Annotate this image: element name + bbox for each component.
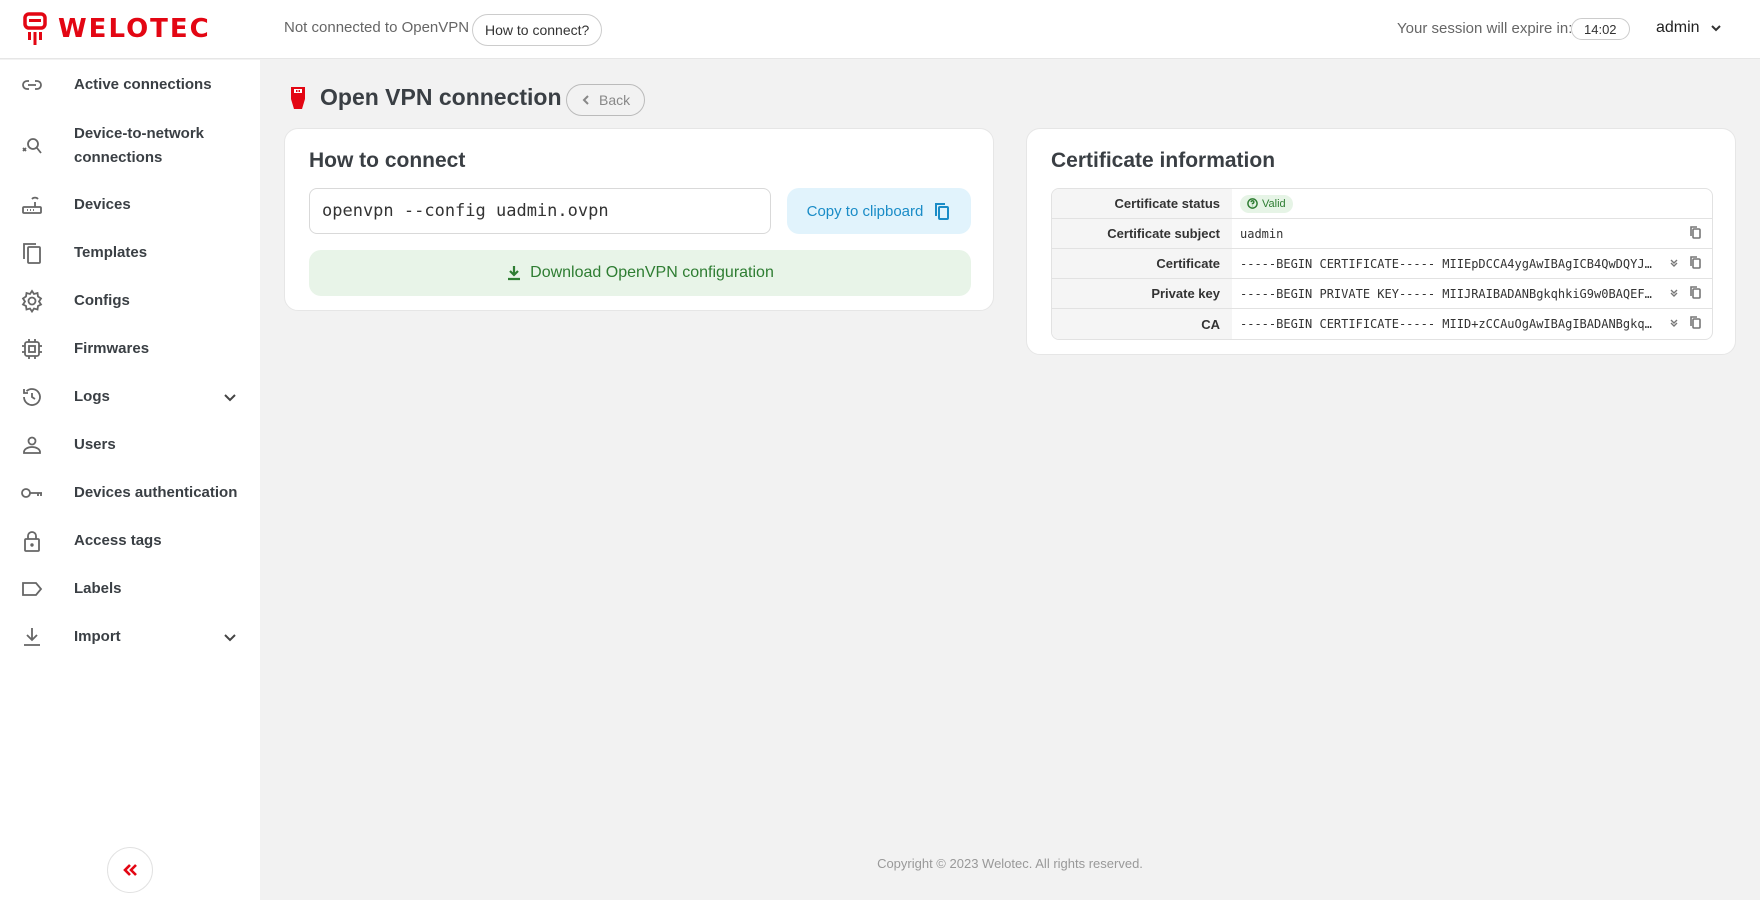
table-row-certificate-subject: Certificate subject uadmin xyxy=(1052,219,1712,249)
sidebar-item-label: Logs xyxy=(74,388,110,405)
collapse-sidebar-button[interactable] xyxy=(107,847,153,893)
row-label: CA xyxy=(1052,309,1232,339)
row-value: -----BEGIN CERTIFICATE----- MIID+zCCAuOg… xyxy=(1240,317,1658,331)
user-menu[interactable]: admin xyxy=(1656,19,1722,37)
plug-icon xyxy=(291,86,305,109)
welotec-logo-mark-icon xyxy=(23,12,47,45)
chevron-left-icon xyxy=(582,95,589,105)
footer-copyright: Copyright © 2023 Welotec. All rights res… xyxy=(877,856,1143,871)
question-circle-icon xyxy=(1247,198,1258,209)
router-icon xyxy=(19,192,45,218)
sidebar-item-templates[interactable]: Templates xyxy=(0,240,260,266)
certificate-information-card: Certificate information Certificate stat… xyxy=(1026,128,1736,355)
expand-icon[interactable] xyxy=(1669,287,1679,301)
sidebar-item-labels[interactable]: Labels xyxy=(0,576,260,602)
sidebar-item-label: Templates xyxy=(74,244,148,261)
copy-to-clipboard-label: Copy to clipboard xyxy=(806,202,924,220)
vpn-connection-status: Not connected to OpenVPN xyxy=(284,19,470,36)
session-timer: 14:02 xyxy=(1571,18,1630,40)
sidebar-item-firmwares[interactable]: Firmwares xyxy=(0,336,260,362)
sidebar-item-devices[interactable]: Devices xyxy=(0,192,260,218)
how-to-connect-card: How to connect Copy to clipboard Downloa… xyxy=(284,128,994,311)
label-icon xyxy=(19,576,45,602)
chevron-down-icon[interactable] xyxy=(222,389,238,405)
chevron-down-icon xyxy=(1710,25,1721,32)
how-to-connect-title: How to connect xyxy=(309,149,466,172)
copy-to-clipboard-button[interactable]: Copy to clipboard xyxy=(787,188,971,234)
expand-icon[interactable] xyxy=(1669,257,1679,271)
copy-icon xyxy=(19,240,45,266)
history-icon xyxy=(19,384,45,410)
row-label: Private key xyxy=(1052,279,1232,308)
sidebar-item-label: Device-to-network connections xyxy=(74,125,205,166)
sidebar: Active connections Device-to-network con… xyxy=(0,60,260,900)
lock-icon xyxy=(19,528,45,554)
search-network-icon xyxy=(19,133,45,159)
username: admin xyxy=(1656,19,1700,36)
expand-icon[interactable] xyxy=(1669,317,1679,331)
sidebar-item-users[interactable]: Users xyxy=(0,432,260,458)
sidebar-item-label: Firmwares xyxy=(74,340,150,357)
certificate-table: Certificate status Valid Certificate sub… xyxy=(1051,188,1713,340)
session-expiry-label: Your session will expire in: xyxy=(1397,20,1573,37)
copy-icon[interactable] xyxy=(1689,256,1702,272)
copy-icon xyxy=(935,203,950,220)
back-button-label: Back xyxy=(599,92,631,108)
link-icon xyxy=(19,72,45,98)
sidebar-item-label: Configs xyxy=(74,292,130,309)
sidebar-item-label: Labels xyxy=(74,580,122,597)
sidebar-item-label: Users xyxy=(74,436,116,453)
row-value: -----BEGIN CERTIFICATE----- MIIEpDCCA4yg… xyxy=(1240,256,1658,271)
sidebar-item-logs[interactable]: Logs xyxy=(0,384,260,410)
sidebar-item-device-to-network-connections[interactable]: Device-to-network connections xyxy=(0,120,260,172)
welotec-logo[interactable]: WELOTEC xyxy=(22,12,211,46)
row-label: Certificate status xyxy=(1052,189,1232,218)
sidebar-item-import[interactable]: Import xyxy=(0,624,260,650)
table-row-certificate-status: Certificate status Valid xyxy=(1052,189,1712,219)
openvpn-command-input[interactable] xyxy=(309,188,771,234)
gear-icon xyxy=(19,288,45,314)
download-label: Download OpenVPN configuration xyxy=(530,264,774,281)
chip-icon xyxy=(19,336,45,362)
page-title: Open VPN connection xyxy=(320,84,562,110)
key-icon xyxy=(19,480,45,506)
status-badge: Valid xyxy=(1240,194,1293,213)
import-icon xyxy=(19,624,45,650)
status-badge-text: Valid xyxy=(1262,197,1286,210)
table-row-certificate: Certificate -----BEGIN CERTIFICATE----- … xyxy=(1052,249,1712,279)
row-value: -----BEGIN PRIVATE KEY----- MIIJRAIBADAN… xyxy=(1240,286,1658,301)
top-header: WELOTEC Not connected to OpenVPN How to … xyxy=(0,0,1760,59)
brand-name: WELOTEC xyxy=(58,14,211,44)
sidebar-item-devices-authentication[interactable]: Devices authentication xyxy=(0,480,260,506)
double-chevron-left-icon xyxy=(123,864,137,876)
download-icon xyxy=(508,266,521,281)
row-value: uadmin xyxy=(1240,226,1284,241)
sidebar-item-label: Import xyxy=(74,628,121,645)
user-icon xyxy=(19,432,45,458)
sidebar-item-label: Devices xyxy=(74,196,131,213)
copy-icon[interactable] xyxy=(1689,226,1702,242)
sidebar-item-label: Active connections xyxy=(74,76,212,93)
sidebar-item-configs[interactable]: Configs xyxy=(0,288,260,314)
row-label: Certificate xyxy=(1052,249,1232,278)
chevron-down-icon[interactable] xyxy=(222,629,238,645)
copy-icon[interactable] xyxy=(1689,286,1702,302)
sidebar-item-active-connections[interactable]: Active connections xyxy=(0,72,260,98)
sidebar-item-access-tags[interactable]: Access tags xyxy=(0,528,260,554)
download-openvpn-configuration-button[interactable]: Download OpenVPN configuration xyxy=(309,250,971,296)
table-row-ca: CA -----BEGIN CERTIFICATE----- MIID+zCCA… xyxy=(1052,309,1712,339)
sidebar-item-label: Devices authentication xyxy=(74,484,238,501)
copy-icon[interactable] xyxy=(1689,316,1702,332)
certificate-information-title: Certificate information xyxy=(1051,149,1276,172)
how-to-connect-button[interactable]: How to connect? xyxy=(472,14,603,46)
back-button[interactable]: Back xyxy=(566,84,646,116)
table-row-private-key: Private key -----BEGIN PRIVATE KEY----- … xyxy=(1052,279,1712,309)
page-header: Open VPN connection xyxy=(288,84,562,111)
row-label: Certificate subject xyxy=(1052,219,1232,248)
sidebar-item-label: Access tags xyxy=(74,532,162,549)
